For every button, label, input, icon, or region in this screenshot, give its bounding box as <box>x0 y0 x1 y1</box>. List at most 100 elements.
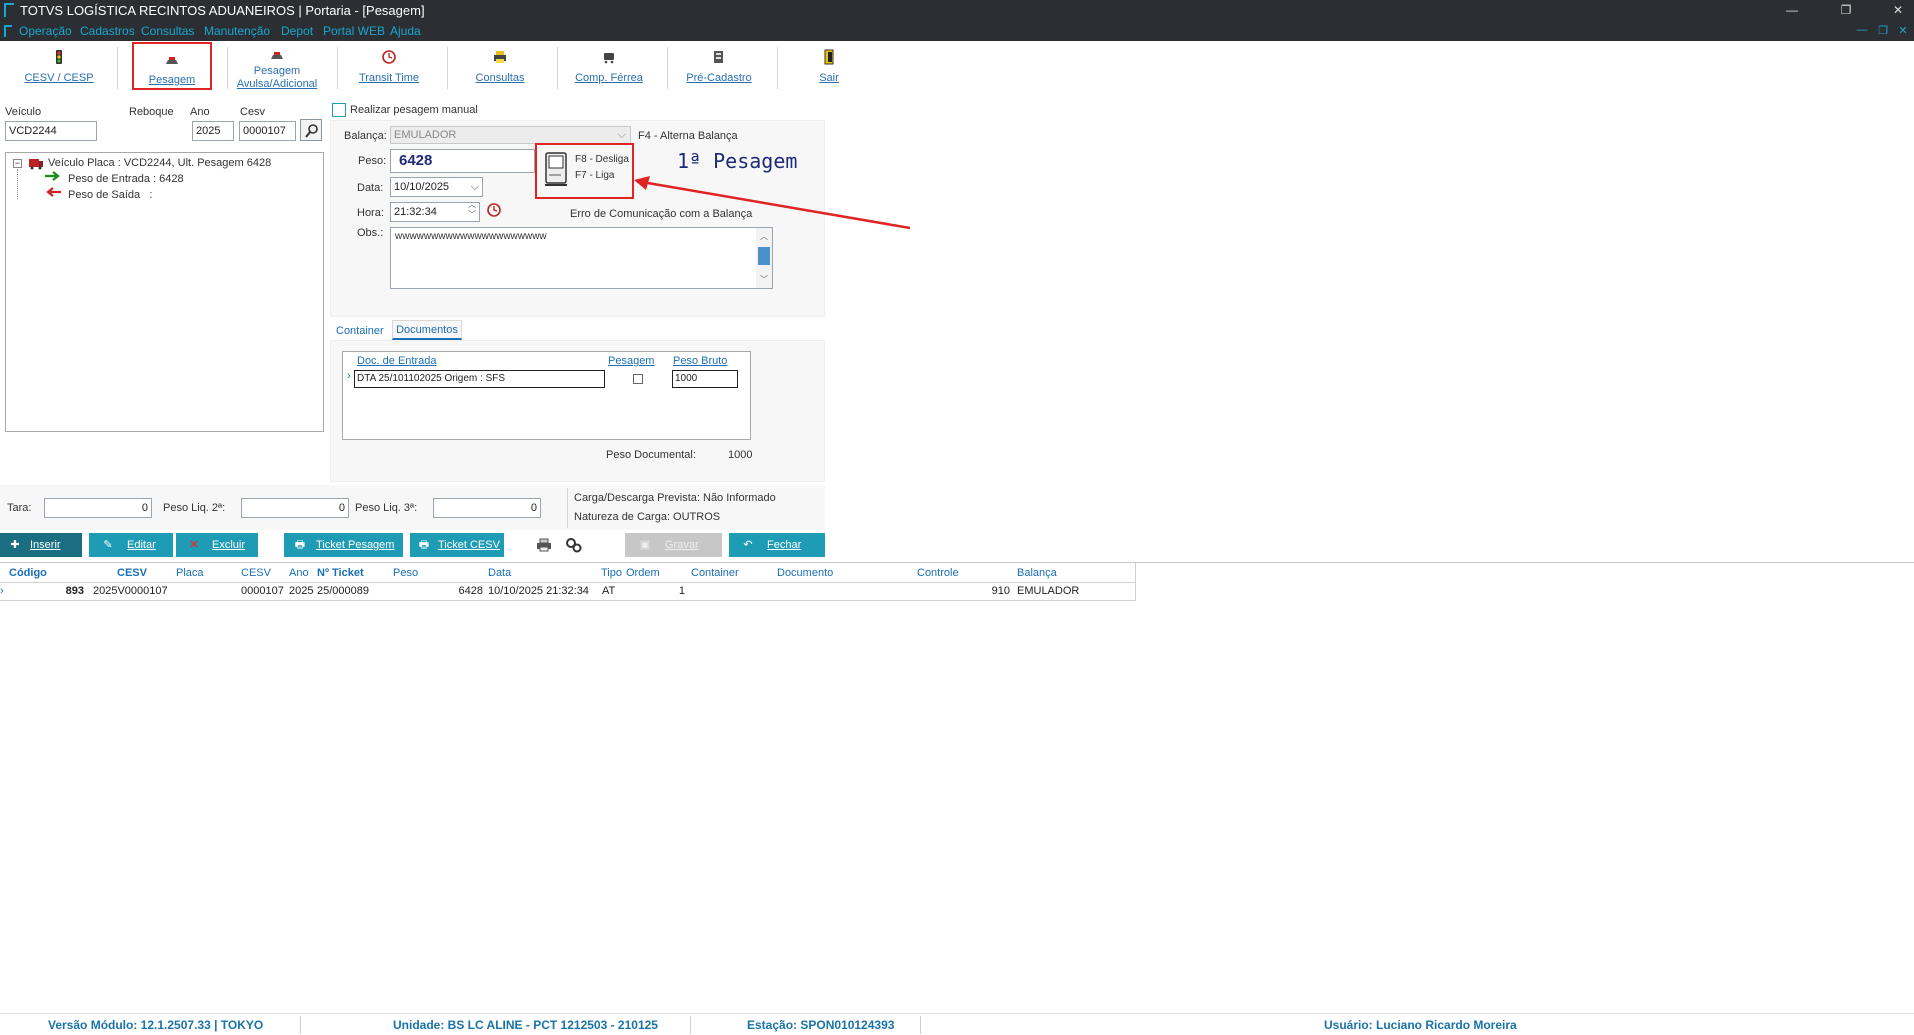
time-spinner-icon[interactable]: ︿ ﹀ <box>468 203 476 220</box>
toolbar-transit-time-button[interactable]: Transit Time <box>344 41 434 95</box>
ticket-cesv-button[interactable]: 🖶 Ticket CESV <box>410 533 504 557</box>
data-input[interactable]: 10/10/2025 ⌵ <box>390 177 483 197</box>
toolbar-comp-ferrea-button[interactable]: Comp. Férrea <box>564 41 654 95</box>
hora-input[interactable]: 21:32:34 ︿ ﹀ <box>390 202 480 222</box>
clock-icon[interactable] <box>486 202 502 218</box>
editar-button[interactable]: ✎ Editar <box>89 533 173 557</box>
menu-cadastros[interactable]: Cadastros <box>80 24 135 38</box>
grid-cell-balanca[interactable]: EMULADOR <box>1017 583 1079 600</box>
tab-documentos[interactable]: Documentos <box>392 320 462 340</box>
menu-ajuda[interactable]: Ajuda <box>390 24 421 38</box>
scroll-up-icon[interactable]: ︿ <box>760 231 768 242</box>
fechar-button[interactable]: ↶ Fechar <box>729 533 825 557</box>
veiculo-input[interactable]: VCD2244 <box>5 121 97 141</box>
grid-header-cesv[interactable]: CESV <box>117 564 147 582</box>
train-icon <box>604 53 614 64</box>
grid-header-controle[interactable]: Controle <box>917 564 959 582</box>
close-icon[interactable]: ✕ <box>1886 2 1910 18</box>
grid-cell-cesv2[interactable]: 0000107 <box>241 583 284 600</box>
scale-terminal-icon[interactable] <box>543 151 569 187</box>
grid-header-ticket[interactable]: Nº Ticket <box>317 564 364 582</box>
search-icon <box>305 124 318 138</box>
ano-input[interactable]: 2025 <box>192 121 234 141</box>
mdi-close-icon[interactable]: ✕ <box>1895 24 1911 37</box>
excluir-button[interactable]: ✕ Excluir <box>176 533 258 557</box>
grid-header-ordem[interactable]: Ordem <box>626 564 660 582</box>
search-button[interactable] <box>300 119 322 141</box>
toolbar-sair-button[interactable]: Sair <box>784 41 874 95</box>
scroll-thumb[interactable] <box>758 247 770 265</box>
grid-cell-ticket[interactable]: 25/000089 <box>317 583 369 600</box>
doc-header-peso-bruto[interactable]: Peso Bruto <box>673 355 727 367</box>
grid-header-ano[interactable]: Ano <box>289 564 309 582</box>
balanca-select-value: EMULADOR <box>394 129 457 141</box>
gravar-label: Gravar <box>665 539 699 551</box>
toolbar-cesv-cesp-button[interactable]: CESV / CESP <box>14 41 104 95</box>
grid-cell-tipo[interactable]: AT <box>602 583 615 600</box>
toolbar-pesagem-button[interactable]: Pesagem <box>132 42 212 90</box>
toolbar-pesagem-avulsa-button[interactable]: Pesagem Avulsa/Adicional <box>232 41 322 95</box>
obs-textarea[interactable]: wwwwwwwwwwwwwwwwwwwww ︿ ﹀ <box>390 227 773 289</box>
toolbar-cesv-label: CESV / CESP <box>24 72 94 84</box>
doc-header-entrada[interactable]: Doc. de Entrada <box>357 355 437 367</box>
grid-cell-codigo[interactable]: 893 <box>40 583 84 600</box>
peso-documental-label: Peso Documental: <box>606 449 696 461</box>
inserir-button[interactable]: ✚ Inserir <box>0 533 82 557</box>
calendar-dropdown-icon[interactable]: ⌵ <box>471 178 479 196</box>
tree-collapse-icon[interactable]: − <box>13 159 22 168</box>
toolbar-consultas-button[interactable]: Consultas <box>455 41 545 95</box>
gravar-button[interactable]: ▣ Gravar <box>625 533 722 557</box>
ticket-pesagem-button[interactable]: 🖶 Ticket Pesagem <box>284 533 403 557</box>
grid-header-placa[interactable]: Placa <box>176 564 204 582</box>
tara-input[interactable]: 0 <box>44 498 152 518</box>
grid-cell-cesv[interactable]: 2025V0000107 <box>93 583 168 600</box>
grid-header-codigo[interactable]: Código <box>9 564 47 582</box>
grid-header-container[interactable]: Container <box>691 564 739 582</box>
grid-cell-controle[interactable]: 910 <box>980 583 1010 600</box>
restore-icon[interactable]: ❐ <box>1834 2 1858 18</box>
grid-cell-ano[interactable]: 2025 <box>289 583 313 600</box>
grid-header-tipo[interactable]: Tipo <box>601 564 622 582</box>
mdi-restore-icon[interactable]: ❐ <box>1875 24 1891 37</box>
cesv-input[interactable]: 0000107 <box>239 121 296 141</box>
grid-cell-peso[interactable]: 6428 <box>440 583 483 600</box>
settings-gears-icon[interactable] <box>565 537 583 553</box>
mdi-minimize-icon[interactable]: — <box>1854 24 1870 36</box>
toolbar-transit-time-label: Transit Time <box>358 72 420 84</box>
grid-cell-data[interactable]: 10/10/2025 21:32:34 <box>488 583 589 600</box>
toolbar-pesagem-avulsa-label1: Pesagem <box>253 65 301 77</box>
grid-header-data[interactable]: Data <box>488 564 511 582</box>
toolbar-sair-label: Sair <box>819 72 839 84</box>
menu-manutencao[interactable]: Manutenção <box>204 24 270 38</box>
toolbar-separator <box>557 47 558 89</box>
grid-header-cesv2[interactable]: CESV <box>241 564 271 582</box>
minimize-icon[interactable]: — <box>1780 2 1804 18</box>
grid-header-balanca[interactable]: Balança <box>1017 564 1057 582</box>
scroll-down-icon[interactable]: ﹀ <box>760 274 768 285</box>
doc-header-pesagem[interactable]: Pesagem <box>608 355 654 367</box>
doc-peso-bruto-cell[interactable]: 1000 <box>672 370 738 388</box>
grid-cell-ordem[interactable]: 1 <box>660 583 685 600</box>
status-estacao: Estação: SPON010124393 <box>747 1018 895 1032</box>
tree-line <box>17 169 18 199</box>
grid-header-documento[interactable]: Documento <box>777 564 833 582</box>
menu-portal-web[interactable]: Portal WEB <box>323 24 385 38</box>
status-unidade: Unidade: BS LC ALINE - PCT 1212503 - 210… <box>393 1018 658 1032</box>
grid-header-peso[interactable]: Peso <box>393 564 418 582</box>
peso-liq-2-input[interactable]: 0 <box>241 498 349 518</box>
printer-icon[interactable] <box>535 537 553 553</box>
doc-entrada-cell[interactable]: DTA 25/101102025 Origem : SFS <box>354 370 605 388</box>
balanca-select[interactable]: EMULADOR ⌵ <box>390 126 631 144</box>
doc-pesagem-checkbox[interactable] <box>633 374 643 384</box>
tab-container[interactable]: Container <box>336 325 384 337</box>
menu-depot[interactable]: Depot <box>281 24 313 38</box>
menu-operacao[interactable]: Operação <box>19 24 72 38</box>
toolbar-pre-cadastro-button[interactable]: Pré-Cadastro <box>674 41 764 95</box>
menu-consultas[interactable]: Consultas <box>141 24 194 38</box>
peso-liq-3-input[interactable]: 0 <box>433 498 541 518</box>
peso-documental-value: 1000 <box>728 449 753 461</box>
obs-scrollbar[interactable]: ︿ ﹀ <box>756 228 772 288</box>
reboque-label: Reboque <box>129 106 174 118</box>
manual-weighing-checkbox[interactable] <box>332 103 346 117</box>
toolbar-separator <box>447 47 448 89</box>
